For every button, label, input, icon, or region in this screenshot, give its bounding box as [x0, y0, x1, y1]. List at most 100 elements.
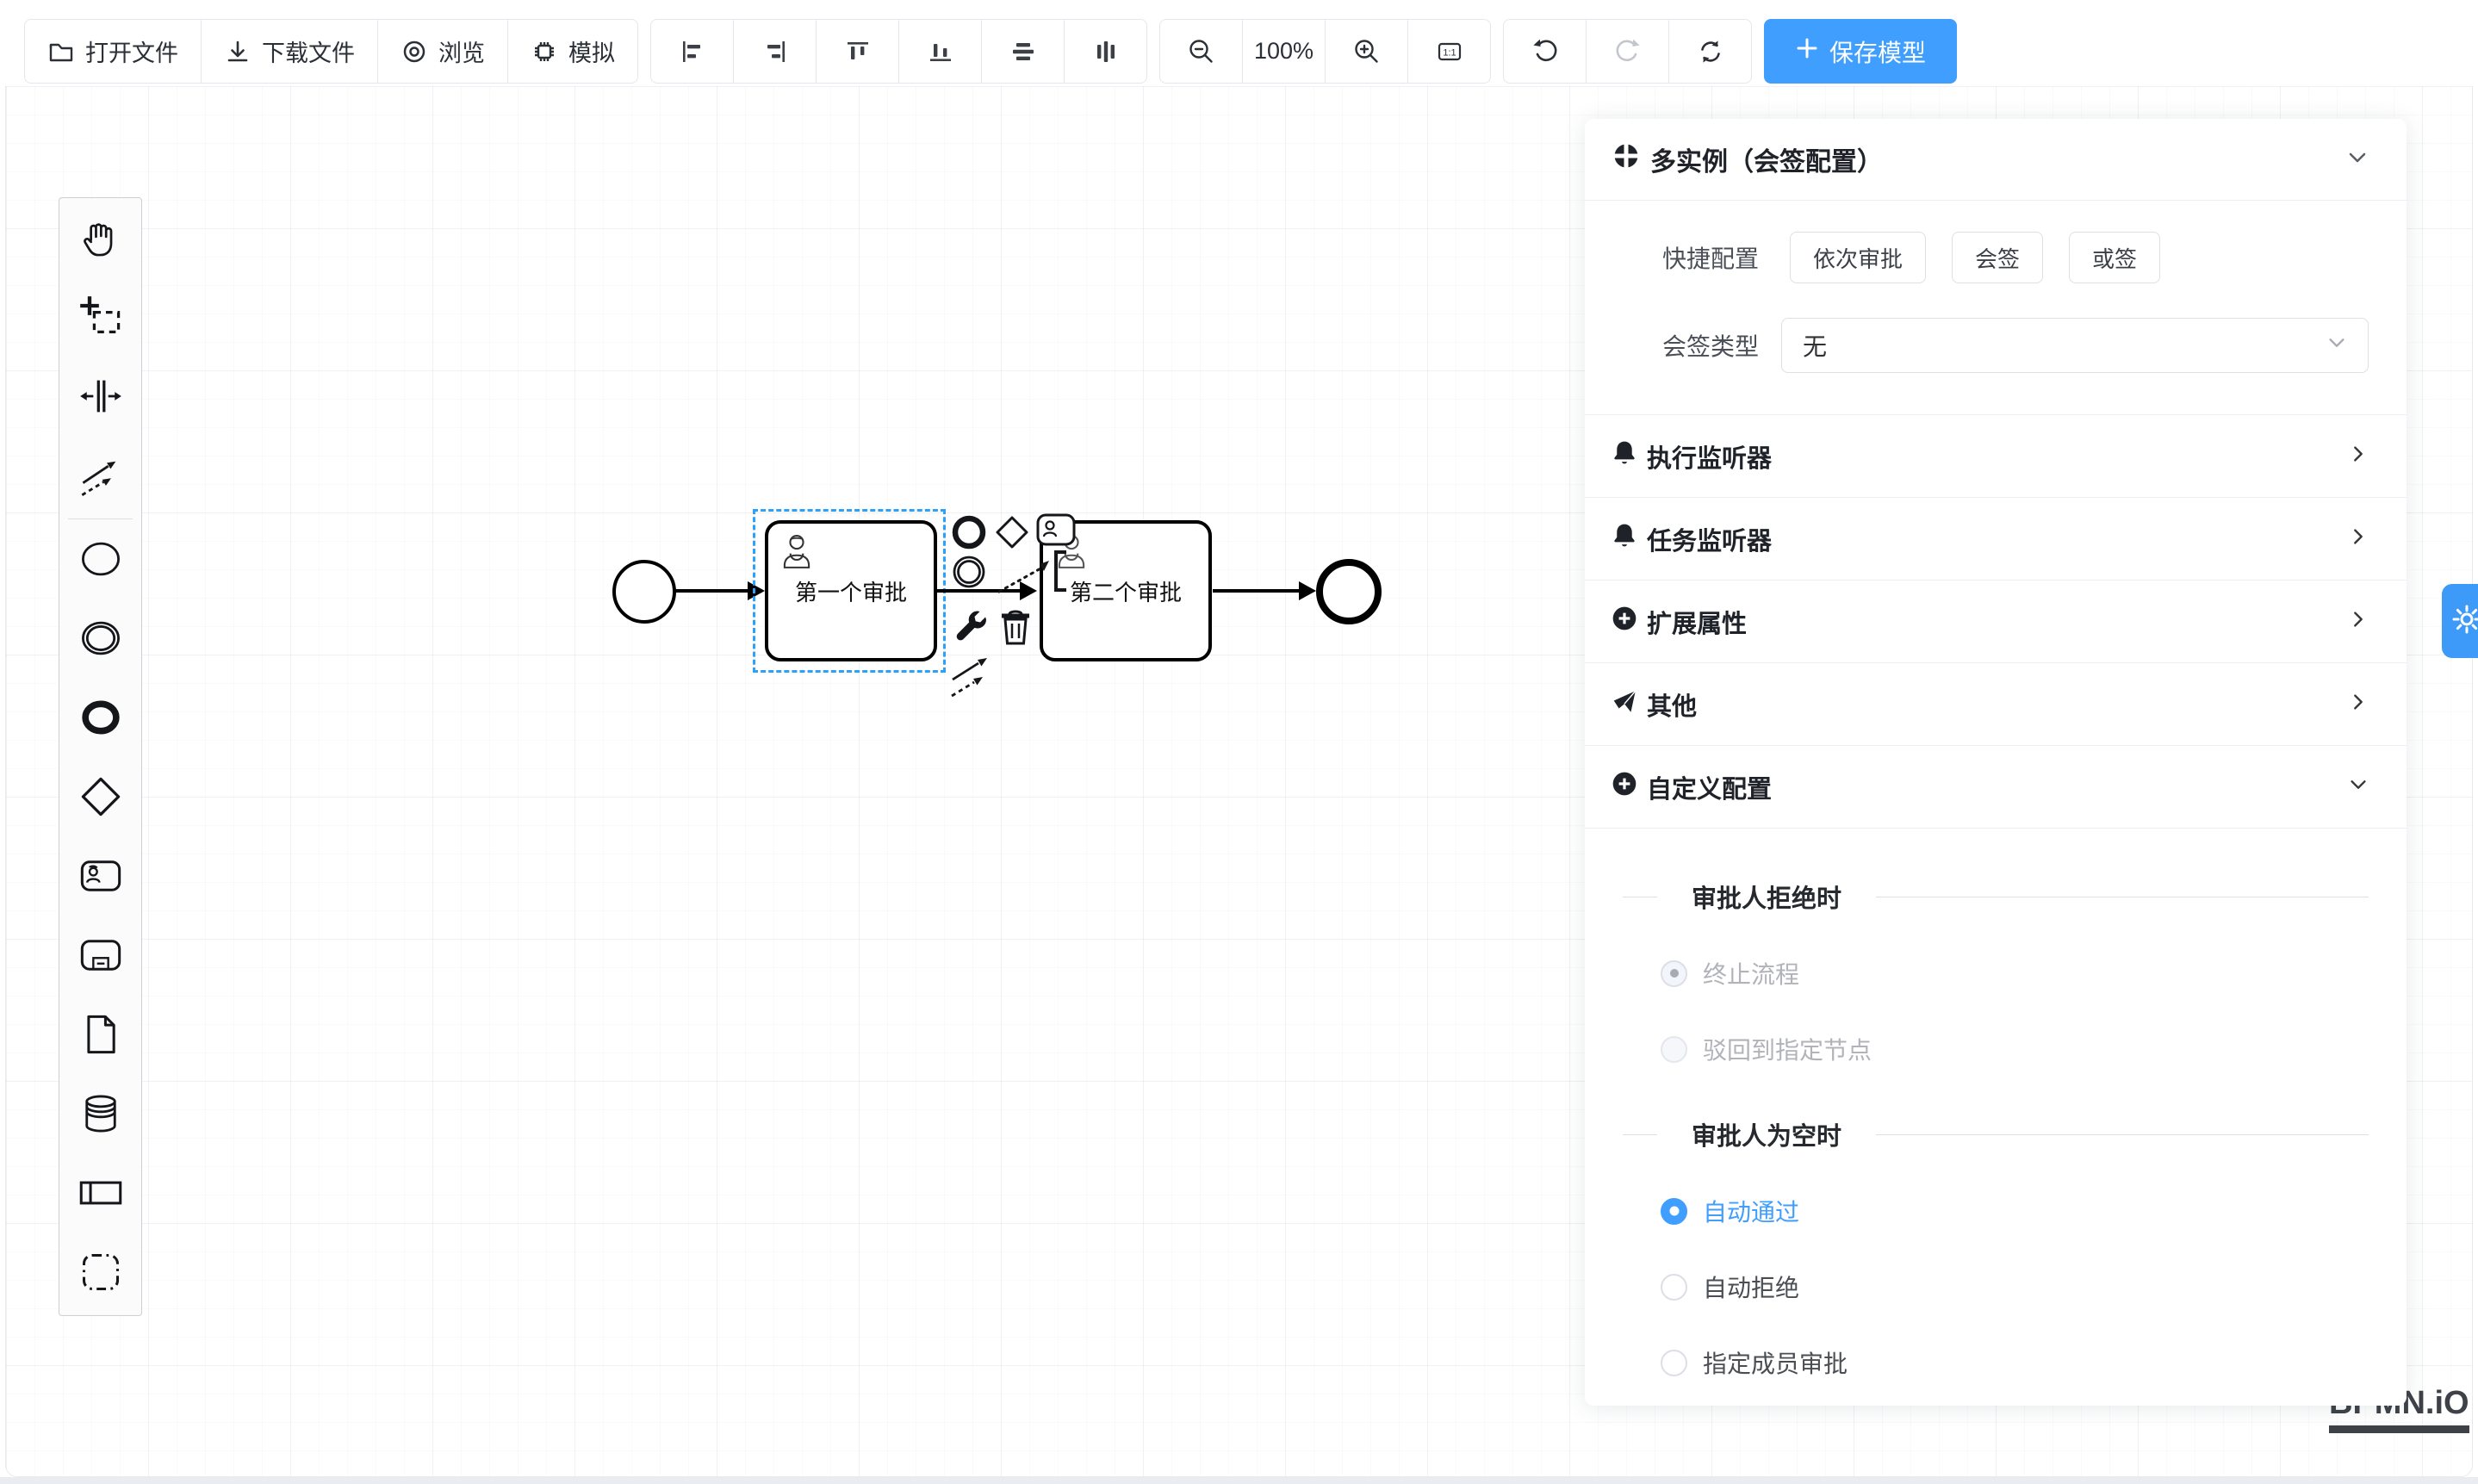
redo-icon [1613, 37, 1643, 66]
settings-toggle-button[interactable] [2442, 584, 2478, 658]
section-label: 任务监听器 [1647, 521, 1772, 557]
sequence-flow-3[interactable] [1213, 589, 1301, 593]
connect-icon[interactable] [949, 650, 1001, 703]
section-extended-properties[interactable]: 扩展属性 [1585, 581, 2407, 663]
align-right-icon [761, 38, 789, 65]
palette-subprocess[interactable] [59, 917, 141, 997]
hand-tool[interactable] [59, 200, 141, 279]
palette-gateway[interactable] [59, 759, 141, 838]
connect-tool[interactable] [59, 438, 141, 517]
radio-terminate-process[interactable]: 终止流程 [1661, 956, 2407, 990]
lasso-tool[interactable] [59, 279, 141, 358]
download-file-button[interactable]: 下载文件 [202, 20, 378, 83]
trash-icon[interactable] [997, 607, 1034, 651]
zoom-out-icon [1187, 37, 1216, 66]
download-icon [224, 38, 252, 65]
fit-viewport-icon: 1:1 [1435, 37, 1464, 66]
chevron-right-icon [2348, 444, 2369, 469]
undo-button[interactable] [1504, 20, 1587, 83]
radio-label: 自动通过 [1703, 1194, 1799, 1228]
section-custom-config[interactable]: 自定义配置 [1585, 746, 2407, 829]
multi-type-value: 无 [1803, 328, 1827, 363]
end-event-icon [78, 695, 123, 744]
group-icon [78, 1250, 123, 1299]
start-event-node[interactable] [612, 560, 676, 624]
align-vertical-center-button[interactable] [982, 20, 1065, 83]
space-tool[interactable] [59, 358, 141, 438]
multi-type-select[interactable]: 无 [1781, 318, 2369, 373]
task-node-first[interactable]: 第一个审批 [765, 520, 937, 661]
append-user-task-icon[interactable] [1035, 512, 1077, 551]
palette-user-task[interactable] [59, 838, 141, 917]
section-other[interactable]: 其他 [1585, 663, 2407, 746]
radio-circle[interactable] [1661, 1274, 1687, 1301]
zoom-in-button[interactable] [1326, 20, 1408, 83]
refresh-button[interactable] [1669, 20, 1751, 83]
append-intermediate-event-icon[interactable] [951, 554, 987, 594]
folder-icon [47, 38, 75, 65]
quick-option-countersign-button[interactable]: 会签 [1952, 232, 2043, 283]
align-button-group [650, 19, 1147, 84]
hand-tool-icon [78, 215, 123, 264]
preview-label: 浏览 [438, 34, 485, 68]
radio-circle[interactable] [1661, 1036, 1687, 1063]
plus-circle-icon [1611, 605, 1638, 639]
radio-label: 指定成员审批 [1703, 1345, 1848, 1380]
radio-circle[interactable] [1661, 1198, 1687, 1225]
quick-option-sequential-button[interactable]: 依次审批 [1790, 232, 1926, 283]
palette-data-object[interactable] [59, 997, 141, 1076]
align-left-icon [679, 38, 706, 65]
align-left-button[interactable] [651, 20, 734, 83]
radio-auto-pass[interactable]: 自动通过 [1661, 1194, 2407, 1228]
section-task-listener[interactable]: 任务监听器 [1585, 498, 2407, 581]
send-icon [1611, 687, 1638, 722]
palette-participant[interactable] [59, 1155, 141, 1234]
palette-data-store[interactable] [59, 1076, 141, 1155]
palette-group[interactable] [59, 1234, 141, 1313]
radio-auto-reject[interactable]: 自动拒绝 [1661, 1270, 2407, 1304]
radio-assign-member[interactable]: 指定成员审批 [1661, 1345, 2407, 1380]
radio-circle[interactable] [1661, 1350, 1687, 1376]
chevron-down-icon[interactable] [2346, 146, 2369, 173]
append-end-event-icon[interactable] [951, 514, 987, 555]
redo-button[interactable] [1587, 20, 1669, 83]
append-text-annotation-icon[interactable] [992, 549, 1080, 601]
section-execution-listener[interactable]: 执行监听器 [1585, 415, 2407, 498]
simulate-button[interactable]: 模拟 [508, 20, 637, 83]
section-label: 自定义配置 [1647, 769, 1772, 805]
radio-label: 自动拒绝 [1703, 1270, 1799, 1304]
arrowhead-3 [1299, 581, 1316, 600]
align-bottom-icon [927, 38, 954, 65]
empty-group-title-text: 审批人为空时 [1692, 1116, 1841, 1152]
simulate-label: 模拟 [568, 34, 615, 68]
wrench-icon[interactable] [953, 609, 991, 651]
quick-option-orsign-button[interactable]: 或签 [2069, 232, 2160, 283]
palette-separator [68, 518, 133, 519]
align-right-button[interactable] [734, 20, 817, 83]
preview-button[interactable]: 浏览 [378, 20, 508, 83]
reject-group-title-text: 审批人拒绝时 [1692, 879, 1841, 915]
bell-icon [1611, 522, 1638, 556]
align-top-button[interactable] [817, 20, 899, 83]
download-file-label: 下载文件 [262, 34, 355, 68]
save-model-button[interactable]: 保存模型 [1764, 19, 1957, 84]
palette-end-event[interactable] [59, 680, 141, 759]
fit-viewport-button[interactable]: 1:1 [1408, 20, 1490, 83]
bottom-strip [0, 1477, 2478, 1484]
zoom-level[interactable]: 100% [1243, 20, 1326, 83]
save-model-label: 保存模型 [1829, 34, 1926, 69]
radio-return-to-node[interactable]: 驳回到指定节点 [1661, 1032, 2407, 1066]
open-file-button[interactable]: 打开文件 [25, 20, 202, 83]
align-bottom-button[interactable] [899, 20, 982, 83]
sequence-flow-1[interactable] [674, 589, 749, 593]
palette-start-event[interactable] [59, 521, 141, 600]
radio-circle[interactable] [1661, 960, 1687, 987]
gateway-icon [78, 774, 123, 823]
align-horizontal-center-button[interactable] [1065, 20, 1146, 83]
panel-header-multi-instance[interactable]: 多实例（会签配置） [1585, 119, 2407, 201]
refresh-icon [1696, 37, 1725, 66]
zoom-out-button[interactable] [1160, 20, 1243, 83]
quick-config-row: 快捷配置 依次审批 会签 或签 [1585, 232, 2407, 283]
end-event-node[interactable] [1316, 559, 1382, 624]
palette-intermediate-event[interactable] [59, 600, 141, 680]
